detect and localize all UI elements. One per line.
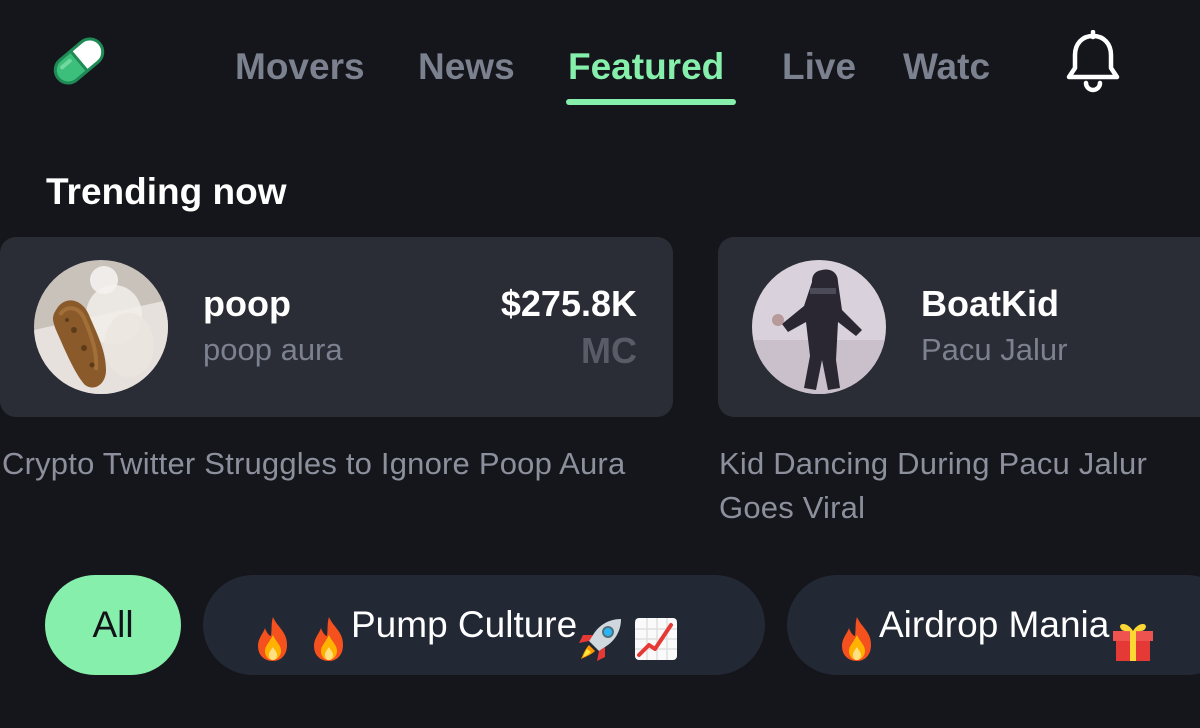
tab-news[interactable]: News bbox=[418, 45, 515, 89]
filter-chip-pump-culture[interactable]: Pump Culture bbox=[203, 575, 765, 675]
chart-increasing-icon bbox=[633, 601, 678, 660]
tab-watchlist[interactable]: Watchlist bbox=[903, 46, 990, 87]
tab-featured[interactable]: Featured bbox=[568, 45, 724, 89]
filter-chip-all[interactable]: All bbox=[45, 575, 181, 675]
card-description[interactable]: Crypto Twitter Struggles to Ignore Poop … bbox=[2, 442, 662, 486]
coin-avatar-poop bbox=[34, 260, 168, 394]
filter-chip-airdrop-mania[interactable]: Airdrop Mania bbox=[787, 575, 1200, 675]
tab-movers[interactable]: Movers bbox=[235, 45, 365, 89]
section-title-trending: Trending now bbox=[46, 171, 287, 212]
nav-tabs: Movers News Featured Live Watchlist bbox=[0, 0, 1000, 130]
trending-card-poop[interactable] bbox=[0, 237, 673, 417]
gift-icon bbox=[1109, 601, 1154, 661]
rocket-icon bbox=[577, 601, 622, 661]
tab-live[interactable]: Live bbox=[782, 45, 856, 89]
trending-card-boatkid[interactable] bbox=[718, 237, 1200, 417]
filter-chip-label: Airdrop Mania bbox=[879, 604, 1110, 645]
coin-name: poop bbox=[203, 283, 291, 324]
card-description[interactable]: Kid Dancing During Pacu Jalur Goes Viral bbox=[719, 442, 1200, 532]
tab-watchlist-clip: Watchlist bbox=[903, 45, 990, 95]
active-tab-indicator bbox=[566, 99, 736, 105]
fire-icon bbox=[251, 601, 295, 661]
coin-avatar-boatkid bbox=[752, 260, 886, 394]
fire-icon bbox=[307, 601, 351, 661]
fire-icon bbox=[835, 601, 879, 661]
coin-subtitle: poop aura bbox=[203, 332, 343, 367]
coin-subtitle: Pacu Jalur bbox=[921, 332, 1068, 367]
market-cap-label: MC bbox=[581, 330, 637, 371]
coin-name: BoatKid bbox=[921, 283, 1059, 324]
filter-chip-label: Pump Culture bbox=[351, 604, 578, 645]
bell-icon[interactable] bbox=[1064, 29, 1122, 94]
market-cap-value: $275.8K bbox=[500, 283, 637, 324]
